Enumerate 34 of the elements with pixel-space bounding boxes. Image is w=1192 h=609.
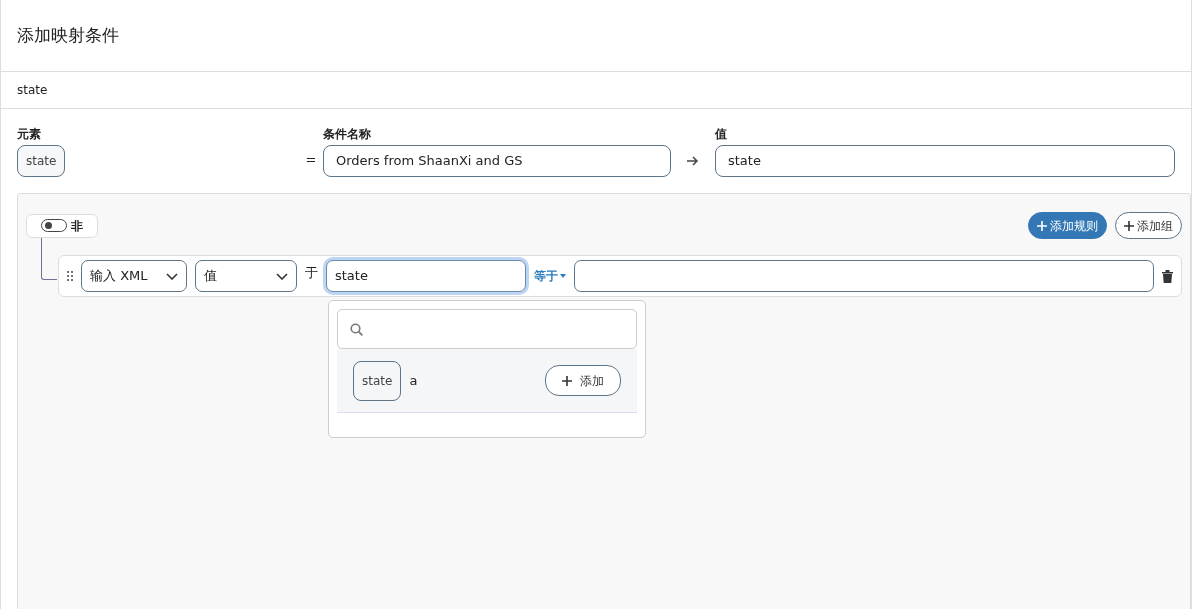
breadcrumb-text: state <box>1 72 1191 109</box>
suggestion-item[interactable]: state a 添加 <box>337 349 637 413</box>
path-input[interactable]: state <box>326 260 526 292</box>
plus-icon <box>1124 220 1134 231</box>
field-label: 值 <box>715 127 728 141</box>
plus-icon <box>1037 220 1047 231</box>
operator-dropdown[interactable]: 等于 <box>534 267 566 285</box>
connector-line <box>41 238 57 280</box>
suggestion-text: a <box>409 371 419 390</box>
plus-icon <box>562 375 572 386</box>
search-field[interactable] <box>337 309 637 349</box>
dialog-title: 添加映射条件 <box>1 0 1191 72</box>
trash-icon[interactable] <box>1162 269 1173 283</box>
source-select[interactable]: 输入 XML <box>81 260 187 292</box>
arrow-icon <box>687 156 699 166</box>
field-select[interactable]: 值 <box>195 260 297 292</box>
field-label: 条件名称 <box>323 127 372 141</box>
add-group-button[interactable]: 添加组 <box>1115 212 1182 239</box>
preposition-text: 于 <box>305 264 318 283</box>
chevron-down-icon <box>166 272 178 280</box>
not-toggle[interactable]: 非 <box>26 213 98 238</box>
drag-handle-icon[interactable] <box>67 271 73 281</box>
add-rule-button[interactable]: 添加规则 <box>1028 212 1107 239</box>
element-tag: state <box>353 360 402 401</box>
chevron-down-icon <box>276 272 288 280</box>
field-label: 元素 <box>17 127 42 141</box>
value-field[interactable]: state <box>715 145 1175 177</box>
equals-sign: = <box>304 150 318 169</box>
rule-value-input[interactable] <box>574 260 1154 292</box>
element-tag: state <box>17 145 66 177</box>
caret-icon <box>560 274 566 278</box>
search-icon <box>350 322 363 336</box>
add-button[interactable]: 添加 <box>545 365 621 396</box>
name-field[interactable]: Orders from ShaanXi and GS <box>323 145 671 177</box>
